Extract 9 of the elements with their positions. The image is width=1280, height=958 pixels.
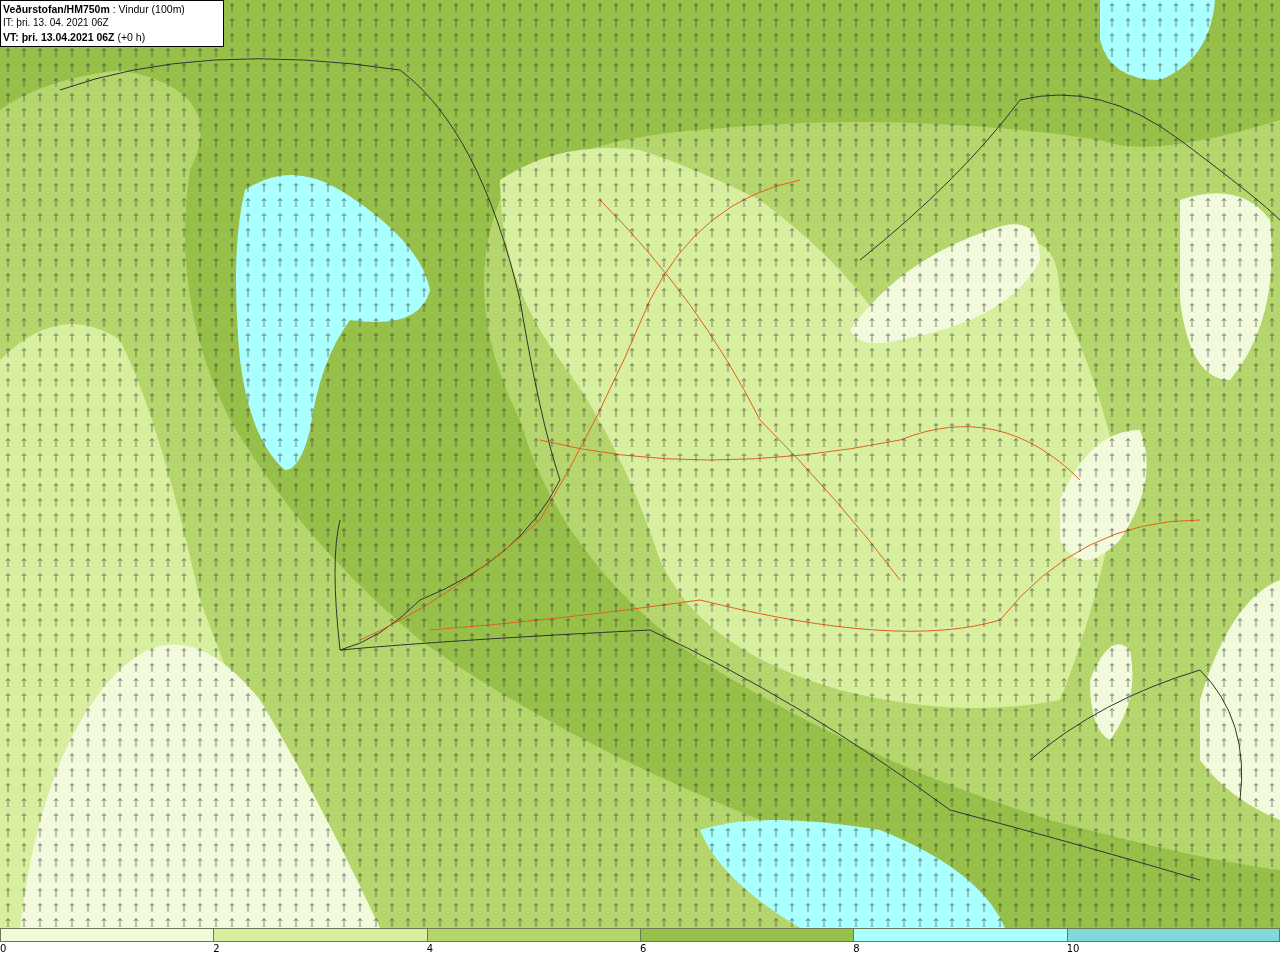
map-title: VT: þri. 13.04.2021 06Z (+0 h) (3, 30, 147, 44)
legend-label: 2 (213, 942, 220, 956)
map-title: Veðurstofan/HM750m : Vindur (100m) (3, 2, 186, 16)
legend-label: 8 (853, 942, 860, 956)
run-time-text: IT: þri. 13. 04. 2021 06Z (3, 16, 110, 30)
legend-label: 0 (0, 942, 7, 956)
legend-label: 6 (640, 942, 647, 956)
legend-label: 4 (426, 942, 434, 956)
legend-label: 10 (1066, 942, 1080, 956)
